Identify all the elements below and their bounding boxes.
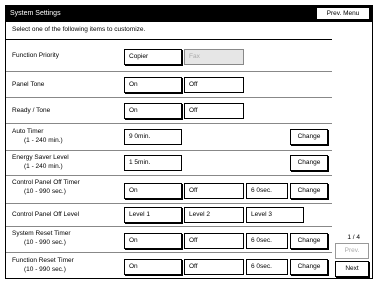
setting-label: System Reset Timer [12,230,71,237]
setting-label: Panel Tone [12,81,45,88]
setting-label: Control Panel Off Timer [12,179,80,186]
setting-row-control-panel-off-level: Control Panel Off Level Level 1 Level 2 … [6,204,332,227]
setting-row-control-panel-off-timer: Control Panel Off Timer (10 - 990 sec.) … [6,176,332,204]
setting-label: Ready / Tone [12,107,51,114]
option-on[interactable]: On [124,103,182,119]
setting-row-energy-saver-level: Energy Saver Level (1 - 240 min.) 1 5min… [6,151,332,176]
change-button[interactable]: Change [290,183,328,199]
prev-page-button[interactable]: Prev. [335,243,369,259]
option-on[interactable]: On [124,233,182,249]
option-on[interactable]: On [124,259,182,275]
auto-timer-value: 9 0min. [124,129,182,145]
option-level-1[interactable]: Level 1 [124,207,182,223]
setting-range: (1 - 240 min.) [24,137,63,144]
setting-range: (10 - 990 sec.) [24,188,66,195]
change-button[interactable]: Change [290,129,328,145]
next-page-button[interactable]: Next [335,261,369,277]
setting-row-system-reset-timer: System Reset Timer (10 - 990 sec.) On Of… [6,227,332,253]
setting-range: (1 - 240 min.) [24,163,63,170]
page-indicator: 1 / 4 [347,234,360,241]
setting-label: Function Reset Timer [12,257,74,264]
setting-row-function-priority: Function Priority Copier Fax [6,40,332,72]
change-button[interactable]: Change [290,233,328,249]
change-button[interactable]: Change [290,259,328,275]
option-on[interactable]: On [124,77,182,93]
reset-timer-value: 6 0sec. [246,233,288,249]
energy-saver-value: 1 5min. [124,155,182,171]
option-fax[interactable]: Fax [184,49,244,65]
function-reset-value: 6 0sec. [246,259,288,275]
setting-row-ready-tone: Ready / Tone On Off [6,98,332,124]
setting-row-auto-timer: Auto Timer (1 - 240 min.) 9 0min. Change [6,124,332,151]
prev-menu-button[interactable]: Prev. Menu [317,8,369,19]
setting-label: Auto Timer [12,128,44,135]
option-off[interactable]: Off [184,77,244,93]
change-button[interactable]: Change [290,155,328,171]
instruction-text: Select one of the following items to cus… [12,26,146,33]
setting-range: (10 - 990 sec.) [24,239,66,246]
option-off[interactable]: Off [184,183,244,199]
setting-row-panel-tone: Panel Tone On Off [6,72,332,98]
title-bar: System Settings Prev. Menu [6,6,372,22]
option-off[interactable]: Off [184,233,244,249]
window-title: System Settings [10,10,61,17]
setting-label: Energy Saver Level [12,154,69,161]
setting-label: Control Panel Off Level [12,211,80,218]
option-level-3[interactable]: Level 3 [246,207,304,223]
option-copier[interactable]: Copier [124,49,182,65]
setting-row-function-reset-timer: Function Reset Timer (10 - 990 sec.) On … [6,253,332,278]
option-on[interactable]: On [124,183,182,199]
setting-label: Function Priority [12,52,59,59]
system-settings-panel: System Settings Prev. Menu Select one of… [5,5,373,279]
option-off[interactable]: Off [184,103,244,119]
setting-range: (10 - 990 sec.) [24,266,66,273]
off-timer-value: 6 0sec. [246,183,288,199]
option-off[interactable]: Off [184,259,244,275]
option-level-2[interactable]: Level 2 [184,207,244,223]
